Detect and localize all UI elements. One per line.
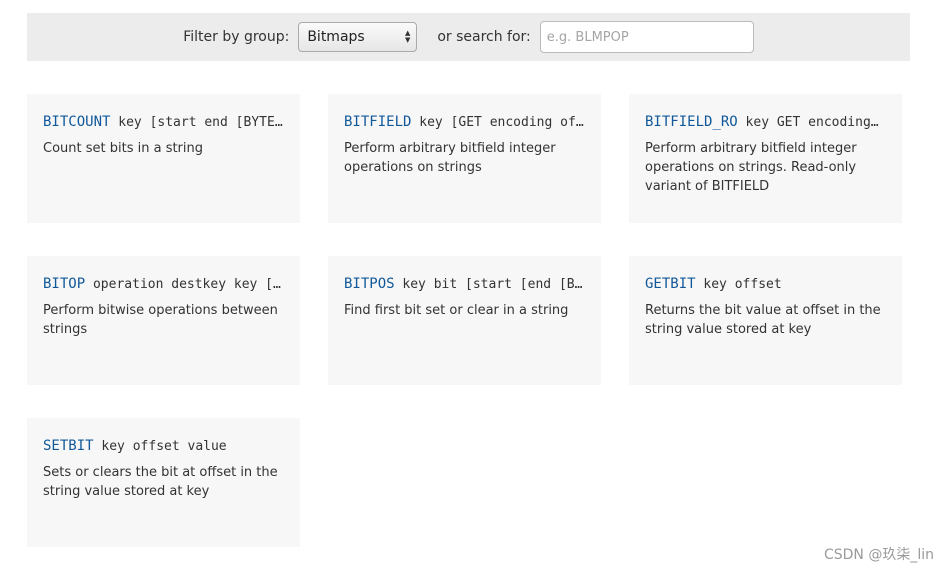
command-args: key bit [start [end [BYTE bbox=[402, 277, 585, 292]
command-args: key offset bbox=[703, 277, 782, 292]
group-select-value: Bitmaps bbox=[307, 29, 365, 45]
command-description: Sets or clears the bit at offset in the … bbox=[43, 465, 278, 499]
command-name[interactable]: BITCOUNT bbox=[43, 114, 110, 130]
filter-label: Filter by group: bbox=[183, 29, 290, 45]
watermark: CSDN @玖柒_lin bbox=[823, 547, 934, 563]
command-args: key [GET encoding offset bbox=[419, 115, 585, 130]
command-name[interactable]: BITPOS bbox=[344, 276, 395, 292]
command-description: Perform arbitrary bitfield integer opera… bbox=[344, 141, 556, 175]
command-description: Perform bitwise operations between strin… bbox=[43, 303, 278, 337]
select-arrows-icon: ▲ ▼ bbox=[404, 29, 411, 44]
command-card-setbit[interactable]: SETBIT key offset value Sets or clears t… bbox=[27, 418, 300, 547]
command-card-bitpos[interactable]: BITPOS key bit [start [end [BYTE Find fi… bbox=[328, 256, 601, 385]
filter-bar: Filter by group: Bitmaps ▲ ▼ or search fo… bbox=[27, 13, 910, 61]
command-name[interactable]: BITOP bbox=[43, 276, 85, 292]
command-card-bitcount[interactable]: BITCOUNT key [start end [BYTE|BIT]] Coun… bbox=[27, 94, 300, 223]
command-name[interactable]: GETBIT bbox=[645, 276, 696, 292]
command-args: key [start end [BYTE|BIT]] bbox=[118, 115, 284, 130]
command-name[interactable]: BITFIELD_RO bbox=[645, 114, 738, 130]
command-description: Returns the bit value at offset in the s… bbox=[645, 303, 881, 337]
command-card-bitfield-ro[interactable]: BITFIELD_RO key GET encoding offset Perf… bbox=[629, 94, 902, 223]
search-input[interactable] bbox=[539, 21, 754, 53]
command-card-getbit[interactable]: GETBIT key offset Returns the bit value … bbox=[629, 256, 902, 385]
command-args: operation destkey key [key bbox=[92, 277, 284, 292]
command-description: Find first bit set or clear in a string bbox=[344, 303, 569, 318]
command-name[interactable]: SETBIT bbox=[43, 438, 94, 454]
command-description: Perform arbitrary bitfield integer opera… bbox=[645, 141, 857, 194]
command-args: key GET encoding offset bbox=[745, 115, 886, 130]
command-args: key offset value bbox=[101, 439, 227, 454]
command-description: Count set bits in a string bbox=[43, 141, 204, 156]
command-name[interactable]: BITFIELD bbox=[344, 114, 411, 130]
command-card-bitfield[interactable]: BITFIELD key [GET encoding offset Perfor… bbox=[328, 94, 601, 223]
group-select[interactable]: Bitmaps ▲ ▼ bbox=[298, 22, 418, 52]
search-label: or search for: bbox=[437, 29, 531, 45]
command-card-bitop[interactable]: BITOP operation destkey key [key Perform… bbox=[27, 256, 300, 385]
